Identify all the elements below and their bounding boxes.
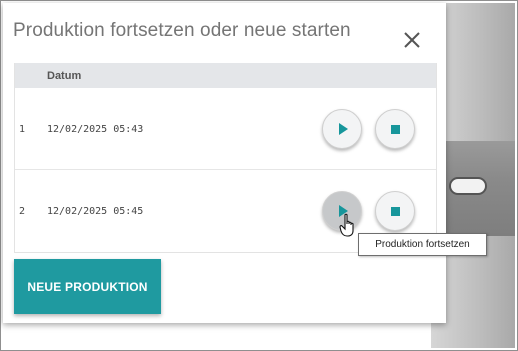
table-header: Datum (15, 63, 436, 88)
screenshot-frame: Produktion fortsetzen oder neue starten … (0, 0, 518, 351)
resume-button[interactable] (322, 109, 362, 149)
stop-icon (390, 124, 400, 134)
table-row: 1 12/02/2025 05:43 (15, 88, 436, 170)
row-date: 12/02/2025 05:45 (47, 206, 144, 217)
stop-button[interactable] (375, 109, 415, 149)
stop-icon (390, 206, 400, 216)
new-production-button[interactable]: NEUE PRODUKTION (14, 259, 161, 314)
dialog-title: Produktion fortsetzen oder neue starten (13, 20, 351, 41)
row-index: 1 (19, 124, 26, 135)
stop-button[interactable] (375, 191, 415, 231)
tooltip: Produktion fortsetzen (358, 233, 487, 256)
play-icon (339, 123, 348, 135)
column-header-date: Datum (47, 70, 82, 82)
row-date: 12/02/2025 05:43 (47, 124, 144, 135)
close-icon[interactable] (401, 29, 423, 51)
hand-pointer-icon (339, 213, 359, 239)
row-index: 2 (19, 206, 26, 217)
resume-production-dialog: Produktion fortsetzen oder neue starten … (3, 3, 446, 323)
background-slot (449, 177, 487, 195)
production-table: Datum 1 12/02/2025 05:43 2 12/02/2025 05… (14, 63, 437, 253)
